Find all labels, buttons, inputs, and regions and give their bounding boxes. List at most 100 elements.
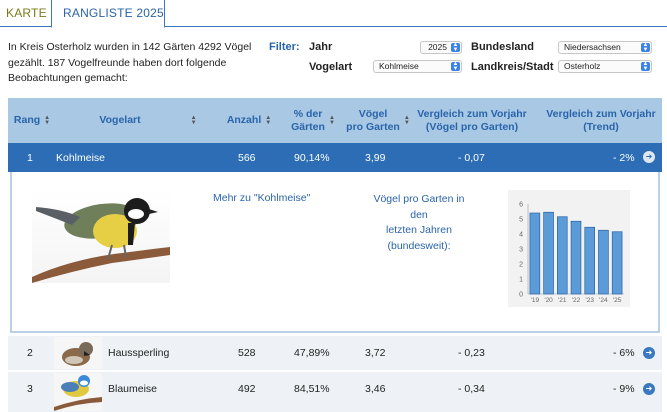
chart-bar [570,220,582,295]
table-row[interactable]: 3 Blaumeise 492 84,51% 3,46 - 0,34 - 9% … [8,372,662,412]
landkreis-label: Landkreis/Stadt [471,61,554,73]
sort-icon: ▲ ▼ [265,114,272,126]
vpg-caption: Vögel pro Garten in den letzten Jahren (… [369,192,469,254]
vogelart-label: Vogelart [309,61,353,73]
vpg-chart: 0 1 2 3 4 5 6 '19 '20 '21 '22 '23 '24 '25 [508,190,630,307]
arrow-right-circle-icon[interactable]: ➜ [643,151,655,163]
bird-photo [32,189,170,283]
row-rang: 2 [27,347,33,359]
jahr-label: Jahr [309,41,333,53]
chart-y-tick-label: 3 [519,247,523,254]
sort-icon: ▲ ▼ [44,114,51,126]
row-anzahl: 492 [238,383,256,395]
sort-icon: ▲ ▼ [403,114,410,126]
header-vergleich-trend[interactable]: Vergleich zum Vorjahr (Trend) [540,98,662,143]
row-vergleich: - 0,34 [458,383,485,395]
row-vpg: 3,46 [365,383,386,395]
chart-bar [529,212,541,295]
chart-bar [556,216,568,295]
header-anzahl[interactable]: Anzahl ▲ ▼ [218,98,280,143]
arrow-right-circle-icon[interactable]: ➜ [643,383,655,395]
chart-x-tick-label: '25 [613,297,622,304]
header-gaerten[interactable]: % der Gärten ▲ ▼ [282,98,344,143]
table-header: Rang ▲ ▼ Vogelart ▲ ▼ Anzahl ▲ ▼ % der Gärte… [8,98,662,143]
row-vpg: 3,72 [365,347,386,359]
select-arrows-icon: ▲ ▼ [641,42,650,53]
row-vogelart[interactable]: Blaumeise [108,372,157,406]
row-vergleich: - 0,23 [458,347,485,359]
select-arrows-icon: ▲ ▼ [451,42,460,53]
bundesland-label: Bundesland [471,41,534,53]
header-anzahl-label: Anzahl [226,114,262,126]
chart-y-tick-label: 0 [519,292,523,299]
haussperling-thumb [54,337,102,369]
chart-x-tick-label: '23 [585,297,594,304]
row-anzahl: 528 [238,347,256,359]
arrow-right-circle-icon[interactable]: ➜ [643,347,655,359]
header-vergleich-vpg-label: Vergleich zum Vorjahr (Vögel pro Garten) [417,107,527,133]
chart-y-tick-label: 2 [519,262,523,269]
bundesland-value: Niedersachsen [564,42,621,52]
header-vergleich-vpg[interactable]: Vergleich zum Vorjahr (Vögel pro Garten) [412,98,532,143]
header-vergleich-trend-label: Vergleich zum Vorjahr (Trend) [546,107,656,133]
chart-y-tick-label: 4 [519,232,523,239]
chart-y-tick-label: 1 [519,277,523,284]
row-vogelart[interactable]: Haussperling [108,336,169,370]
header-vogelart-label: Vogelart [99,114,141,126]
row-trend: - 6% [613,347,635,359]
landkreis-select[interactable]: Osterholz ▲ ▼ [558,60,652,73]
vogelart-value: Kohlmeise [379,61,419,71]
header-vpg-label: Vögel pro Garten [346,107,400,133]
row-gaerten: 90,14% [294,151,330,164]
chart-bar [598,229,609,295]
row-rang: 3 [27,383,33,395]
chart-x-tick-label: '24 [599,297,608,304]
table-row-selected[interactable]: 1 Kohlmeise 566 90,14% 3,99 - 0,07 - 2% … [8,143,662,172]
vpg-caption-line3: (bundesweit): [387,239,451,252]
chart-y-tick-label: 6 [519,202,523,209]
sort-icon: ▲ ▼ [328,114,335,126]
sort-icon: ▲ ▼ [190,114,197,126]
jahr-select[interactable]: 2025 ▲ ▼ [420,41,462,54]
row-vergleich: - 0,07 [458,151,485,164]
blaumeise-image [54,375,102,411]
chart-x-tick-label: '21 [558,297,567,304]
vogelart-select[interactable]: Kohlmeise ▲ ▼ [373,60,462,73]
row-vogelart: Kohlmeise [56,151,106,164]
tab-bar: KARTE RANGLISTE 2025 [0,0,667,28]
chart-bar [543,211,554,295]
chart-y-tick-label: 5 [519,217,523,224]
chart-bar [584,226,596,295]
more-link[interactable]: Mehr zu "Kohlmeise" [213,192,310,204]
bundesland-select[interactable]: Niedersachsen ▲ ▼ [558,41,652,54]
chart-x-tick-label: '20 [544,297,553,304]
kohlmeise-image [32,198,170,283]
row-gaerten: 84,51% [294,383,330,395]
select-arrows-icon: ▲ ▼ [641,61,650,72]
row-gaerten: 47,89% [294,347,330,359]
header-vogelart[interactable]: Vogelart ▲ ▼ [68,98,218,143]
chart-x-tick-label: '19 [531,297,540,304]
table-row[interactable]: 2 Haussperling 528 47,89% 3,72 - 0,23 - … [8,336,662,370]
chart-bar [611,231,623,295]
filter-label: Filter: [269,41,300,53]
row-anzahl: 566 [238,151,256,164]
header-gaerten-label: % der Gärten [291,107,325,133]
blaumeise-thumb [54,373,102,411]
select-arrows-icon: ▲ ▼ [451,61,460,72]
chart-x-tick-label: '22 [572,297,581,304]
tab-karte[interactable]: KARTE [0,0,51,27]
row-rang: 1 [27,151,33,164]
row-trend: - 2% [613,151,635,164]
vpg-chart-svg: 0 1 2 3 4 5 6 '19 '20 '21 '22 '23 '24 '25 [519,202,624,304]
tab-rangliste[interactable]: RANGLISTE 2025 [51,0,165,28]
header-rang-label: Rang [13,114,41,126]
row-vpg: 3,99 [365,151,386,164]
detail-panel: Mehr zu "Kohlmeise" Vögel pro Garten in … [10,172,660,333]
intro-text: In Kreis Osterholz wurden in 142 Gärten … [8,41,252,84]
header-rang[interactable]: Rang ▲ ▼ [8,98,56,143]
row-trend: - 9% [613,383,635,395]
header-vpg[interactable]: Vögel pro Garten ▲ ▼ [344,98,412,143]
vpg-caption-line2: letzten Jahren [386,224,452,236]
landkreis-value: Osterholz [564,61,601,71]
